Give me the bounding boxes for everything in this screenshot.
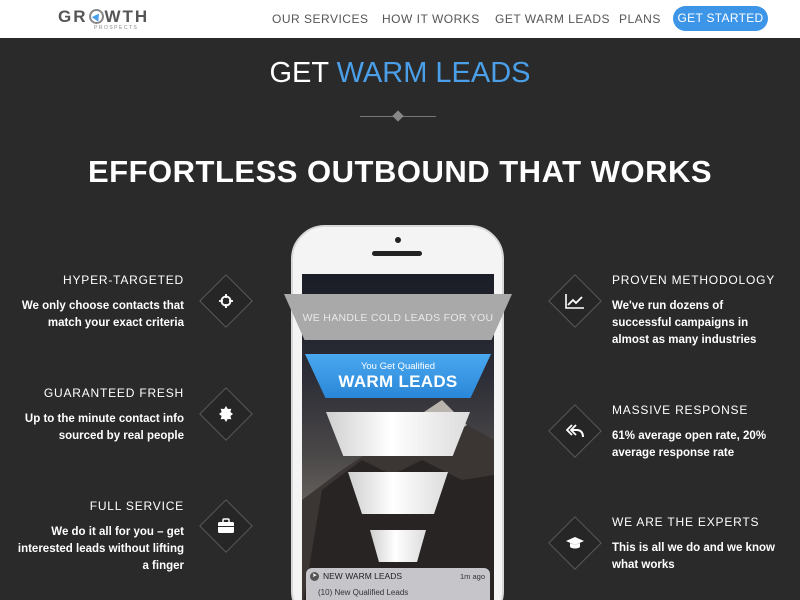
graduation-cap-icon bbox=[556, 524, 594, 562]
feature-desc-guaranteed-fresh: Up to the minute contact info sourced by… bbox=[24, 413, 184, 442]
crosshair-icon bbox=[207, 282, 245, 320]
logo-wordmark: GR WTH bbox=[58, 7, 150, 26]
feature-title-full-service: FULL SERVICE bbox=[89, 499, 184, 513]
nav-our-services[interactable]: OUR SERVICES bbox=[272, 12, 368, 26]
funnel-segment bbox=[348, 472, 448, 514]
section-title: GET WARM LEADS bbox=[269, 57, 531, 89]
nav-get-warm-leads[interactable]: GET WARM LEADS bbox=[495, 12, 610, 26]
funnel-segment bbox=[370, 530, 426, 562]
funnel-cold-leads-label: WE HANDLE COLD LEADS FOR YOU bbox=[302, 312, 494, 324]
feature-title-proven-methodology: PROVEN METHODOLOGY bbox=[612, 273, 776, 287]
feature-desc-we-are-the-experts: This is all we do and we know what works bbox=[612, 542, 775, 571]
logo-subtitle: PROSPECTS bbox=[94, 25, 139, 31]
feature-title-we-are-the-experts: WE ARE THE EXPERTS bbox=[612, 515, 760, 529]
notification-time: 1m ago bbox=[460, 572, 486, 581]
get-started-button[interactable]: GET STARTED bbox=[673, 6, 768, 31]
funnel-warm-leads-label: WARM LEADS bbox=[338, 372, 458, 391]
compass-icon bbox=[88, 9, 104, 24]
headline: EFFORTLESS OUTBOUND THAT WORKS bbox=[87, 154, 713, 189]
nav-plans[interactable]: PLANS bbox=[619, 12, 661, 26]
nav-how-it-works[interactable]: HOW IT WORKS bbox=[382, 12, 480, 26]
feature-title-massive-response: MASSIVE RESPONSE bbox=[612, 403, 749, 417]
feature-title-guaranteed-fresh: GUARANTEED FRESH bbox=[43, 386, 184, 400]
feature-desc-massive-response: 61% average open rate, 20% average respo… bbox=[612, 430, 767, 459]
funnel-warm-leads-caption: You Get Qualified bbox=[360, 361, 436, 372]
divider-diamond bbox=[392, 110, 404, 122]
send-icon: ➤ bbox=[310, 572, 319, 581]
feature-title-hyper-targeted: HYPER-TARGETED bbox=[63, 273, 184, 287]
feature-desc-hyper-targeted: We only choose contacts that match your … bbox=[21, 300, 184, 329]
site-header: GR WTH PROSPECTS OUR SERVICES HOW IT WORK… bbox=[0, 0, 800, 38]
phone-speaker bbox=[372, 251, 422, 256]
phone-camera bbox=[395, 237, 401, 243]
growth-prospects-logo[interactable]: GR WTH PROSPECTS bbox=[58, 7, 148, 33]
notification-title: NEW WARM LEADS bbox=[323, 571, 403, 581]
briefcase-icon bbox=[207, 507, 245, 545]
badge-icon bbox=[207, 395, 245, 433]
notification-body: (10) New Qualified Leads bbox=[318, 588, 409, 597]
funnel-segment bbox=[326, 412, 470, 456]
feature-desc-full-service: We do it all for you – get interested le… bbox=[17, 526, 184, 572]
line-chart-icon bbox=[556, 282, 594, 320]
feature-desc-proven-methodology: We've run dozens of successful campaigns… bbox=[612, 300, 757, 346]
reply-all-icon bbox=[556, 412, 594, 450]
